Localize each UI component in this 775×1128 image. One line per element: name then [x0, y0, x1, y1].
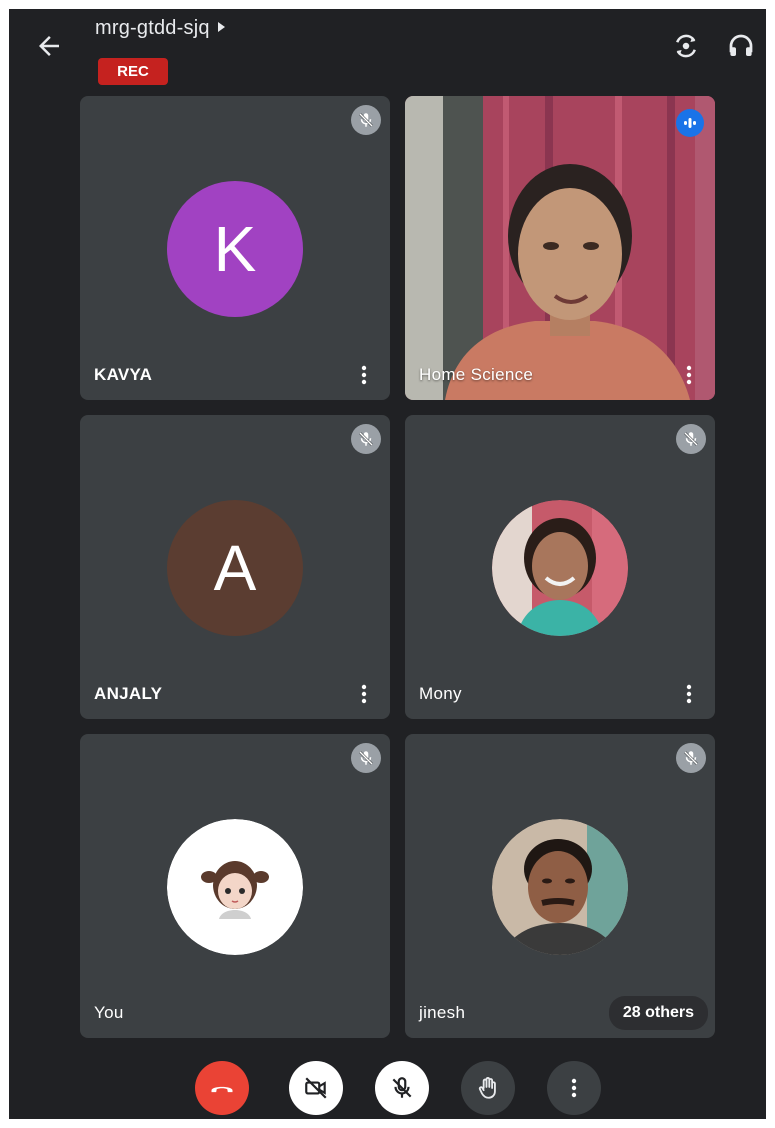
participant-name: You: [94, 1003, 124, 1022]
meeting-code-text: mrg-gtdd-sjq: [95, 17, 210, 39]
headphones-icon[interactable]: [726, 31, 756, 61]
mic-off-icon: [392, 1077, 412, 1098]
avatar-photo: [492, 819, 628, 955]
videocam-off-icon: [305, 1077, 327, 1099]
more-vert-icon[interactable]: [356, 364, 372, 386]
mic-off-icon: [676, 424, 706, 454]
mic-off-icon: [351, 105, 381, 135]
participant-tile-anjaly[interactable]: A ANJALY: [80, 415, 390, 719]
participant-tile-jinesh[interactable]: jinesh 28 others: [405, 734, 715, 1038]
participant-name: ANJALY: [94, 684, 163, 703]
others-count-chip[interactable]: 28 others: [608, 996, 708, 1030]
participant-tile-kavya[interactable]: K KAVYA: [80, 96, 390, 400]
meeting-code-title[interactable]: mrg-gtdd-sjq: [95, 17, 225, 40]
participant-name: jinesh: [419, 1003, 466, 1022]
avatar-photo: [167, 819, 303, 955]
mic-off-icon: [676, 743, 706, 773]
avatar: K: [167, 181, 303, 317]
participant-tile-you[interactable]: You: [80, 734, 390, 1038]
more-vert-icon[interactable]: [681, 364, 697, 386]
more-vert-icon: [571, 1078, 577, 1098]
raise-hand-button[interactable]: [461, 1061, 515, 1115]
participant-name: KAVYA: [94, 365, 153, 384]
participant-name: Home Science: [419, 365, 534, 384]
participant-name: Mony: [419, 684, 462, 703]
chevron-right-icon: [217, 21, 225, 32]
back-arrow-icon[interactable]: [34, 31, 64, 61]
more-options-button[interactable]: [547, 1061, 601, 1115]
switch-camera-icon[interactable]: [671, 31, 701, 61]
meet-screen: mrg-gtdd-sjq REC K KAVYA Home Science A …: [9, 9, 766, 1119]
top-bar: mrg-gtdd-sjq REC: [9, 9, 766, 94]
end-call-button[interactable]: [195, 1061, 249, 1115]
recording-badge: REC: [98, 58, 168, 85]
speaking-indicator-icon: [676, 109, 704, 137]
microphone-toggle-button[interactable]: [375, 1061, 429, 1115]
mic-off-icon: [351, 743, 381, 773]
avatar: A: [167, 500, 303, 636]
participant-video: [405, 96, 715, 400]
mic-off-icon: [351, 424, 381, 454]
participant-tile-mony[interactable]: Mony: [405, 415, 715, 719]
more-vert-icon[interactable]: [356, 683, 372, 705]
more-vert-icon[interactable]: [681, 683, 697, 705]
avatar-photo: [492, 500, 628, 636]
camera-toggle-button[interactable]: [289, 1061, 343, 1115]
participant-tile-home-science[interactable]: Home Science: [405, 96, 715, 400]
call-end-icon: [211, 1086, 233, 1093]
hand-icon: [478, 1077, 496, 1099]
